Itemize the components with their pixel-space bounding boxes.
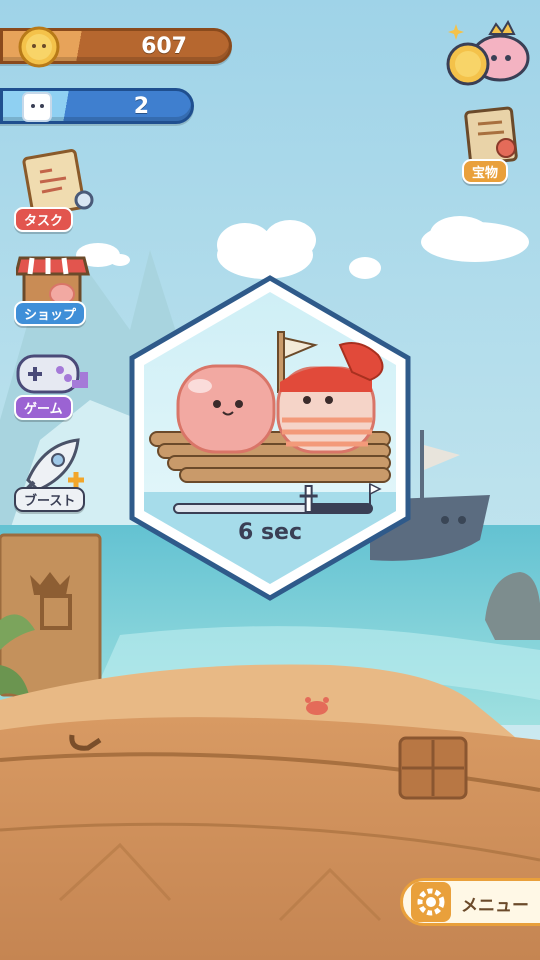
cube-count: 2 bbox=[133, 94, 149, 119]
cube-icon bbox=[22, 92, 52, 122]
cube-counter: 2 bbox=[0, 88, 194, 124]
task-button[interactable]: タスク bbox=[12, 148, 102, 238]
shop-button[interactable]: ショップ bbox=[12, 242, 102, 332]
boost-label: ブースト bbox=[14, 487, 86, 512]
character-coin-button[interactable] bbox=[442, 19, 534, 90]
coin-icon bbox=[18, 26, 60, 68]
task-label: タスク bbox=[14, 207, 74, 232]
menu-label: メニュー bbox=[461, 896, 529, 916]
game-label: ゲーム bbox=[14, 395, 73, 420]
menu-button[interactable]: メニュー bbox=[400, 878, 540, 926]
deck-hatch bbox=[398, 736, 468, 800]
shop-label: ショップ bbox=[14, 301, 87, 326]
crowned-slime-coin-icon bbox=[446, 19, 530, 86]
boost-button[interactable]: ブースト bbox=[12, 428, 102, 518]
gear-icon bbox=[411, 882, 451, 922]
raft-timer: 6 sec bbox=[237, 520, 303, 545]
coin-counter: 607 bbox=[0, 26, 232, 68]
treasure-label: 宝物 bbox=[462, 159, 509, 184]
pink-slime-character bbox=[176, 364, 276, 454]
coin-count: 607 bbox=[141, 34, 187, 59]
game-button[interactable]: ゲーム bbox=[12, 336, 102, 426]
treasure-button[interactable]: 宝物 bbox=[452, 104, 532, 188]
